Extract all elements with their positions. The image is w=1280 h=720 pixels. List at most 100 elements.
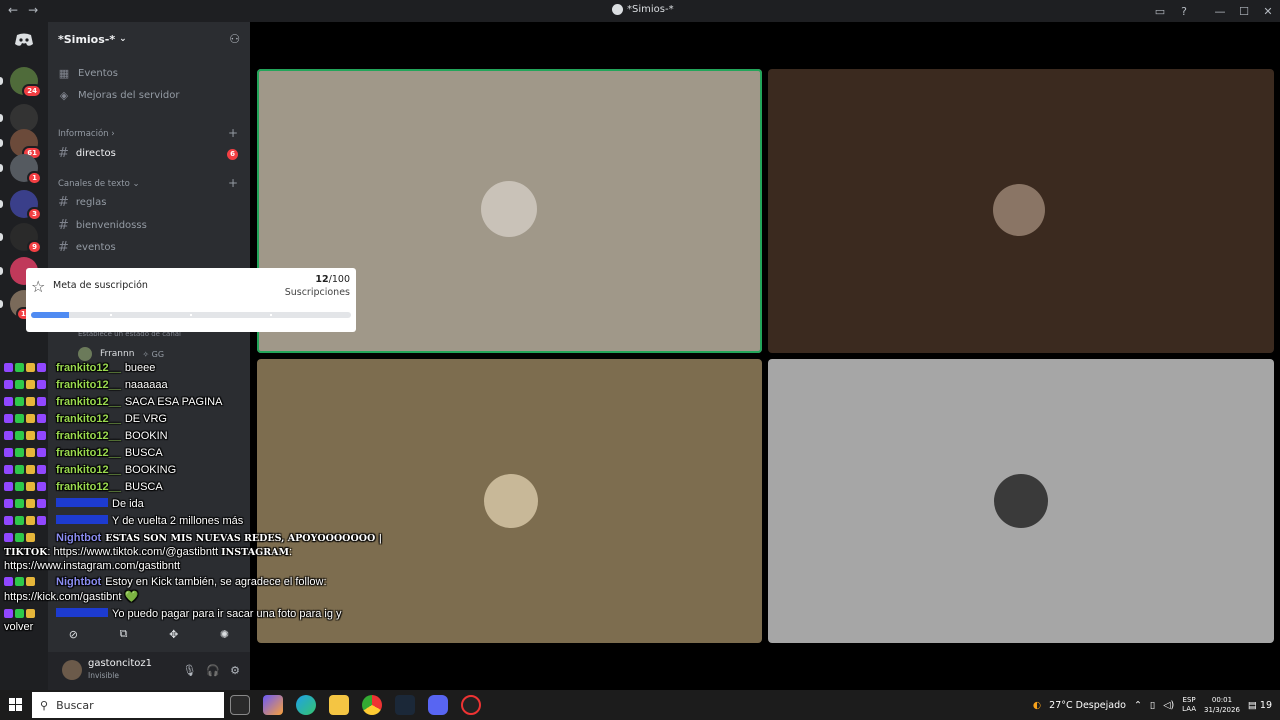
- chat-username[interactable]: frankito12__: [56, 447, 121, 459]
- chrome-icon[interactable]: [362, 695, 382, 715]
- weather-text[interactable]: 27°C Despejado: [1049, 700, 1126, 711]
- chat-message: Nightbot Estoy en Kick también, se agrade…: [4, 576, 327, 588]
- category-text-channels[interactable]: Canales de texto ⌄: [58, 179, 140, 189]
- avatar: [994, 474, 1048, 528]
- chat-username[interactable]: frankito12__: [56, 481, 121, 493]
- hash-icon: #: [58, 240, 69, 255]
- help-icon[interactable]: ?: [1172, 5, 1196, 18]
- server-header[interactable]: *Simios-* ⌄ ⚇: [48, 22, 250, 56]
- add-member-icon[interactable]: ⚇: [229, 32, 240, 46]
- chat-text: BUSCA: [124, 481, 163, 493]
- chat-badges: [4, 396, 56, 408]
- category-info[interactable]: Información ›: [58, 129, 115, 139]
- avatar[interactable]: [62, 660, 82, 680]
- voice-user[interactable]: Frrannn ✧ GG: [78, 347, 164, 361]
- chat-message: frankito12__ SACA ESA PAGINA: [4, 396, 222, 408]
- chat-badges: [4, 430, 56, 442]
- chat-badges: [4, 447, 56, 459]
- notification-icon[interactable]: ▤ 19: [1248, 700, 1272, 711]
- clock[interactable]: 00:01 31/3/2026: [1204, 695, 1240, 715]
- close-button[interactable]: ✕: [1256, 5, 1280, 18]
- server-icon[interactable]: [10, 104, 38, 132]
- server-icon[interactable]: 9: [10, 223, 42, 254]
- server-name: *Simios-*: [58, 32, 116, 46]
- boost-icon: ◈: [59, 89, 69, 102]
- goal-progress-fill: [31, 312, 70, 318]
- channel-directos[interactable]: # directos: [58, 146, 116, 161]
- channel-bienvenidos[interactable]: # bienvenidosss: [58, 218, 147, 233]
- chat-message-cont: TIKTOK: https://www.tiktok.com/@gastibnt…: [4, 546, 293, 558]
- chat-username[interactable]: frankito12__: [56, 362, 121, 374]
- events-item[interactable]: ▦ Eventos: [58, 67, 118, 80]
- obs-icon[interactable]: [461, 695, 481, 715]
- chat-username[interactable]: frankito12__: [56, 379, 121, 391]
- video-tile[interactable]: [768, 359, 1274, 643]
- nav-arrows: ← →: [8, 3, 38, 17]
- direct-messages-button[interactable]: [10, 26, 38, 54]
- chat-badges: [4, 379, 56, 391]
- star-icon: ☆: [31, 277, 46, 296]
- chat-username[interactable]: frankito12__: [56, 413, 121, 425]
- mention-badge: 1: [27, 171, 42, 185]
- windows-taskbar: ⚲ Buscar ◐ 27°C Despejado ⌃ ▯ ◁) ESP LAA …: [0, 690, 1280, 720]
- chat-username[interactable]: frankito12__: [56, 396, 121, 408]
- task-view-icon[interactable]: [230, 695, 250, 715]
- maximize-button[interactable]: ☐: [1232, 5, 1256, 18]
- taskbar-search[interactable]: ⚲ Buscar: [32, 692, 224, 718]
- chat-badges: [4, 413, 56, 425]
- system-tray: ◐ 27°C Despejado ⌃ ▯ ◁) ESP LAA 00:01 31/3…: [1033, 690, 1280, 720]
- settings-gear-icon[interactable]: ⚙: [230, 664, 240, 677]
- chat-text: Y de vuelta 2 millones más: [112, 515, 244, 527]
- add-channel-icon[interactable]: +: [228, 126, 238, 140]
- minimize-button[interactable]: —: [1208, 5, 1232, 18]
- back-arrow-icon[interactable]: ←: [8, 3, 18, 17]
- video-tile[interactable]: [768, 69, 1274, 353]
- steam-icon[interactable]: [395, 695, 415, 715]
- server-icon[interactable]: 1: [10, 154, 42, 185]
- server-icon[interactable]: 24: [10, 67, 42, 98]
- chat-username[interactable]: [56, 498, 108, 507]
- unread-indicator: [0, 233, 3, 241]
- server-icon[interactable]: 61: [10, 129, 42, 160]
- hash-icon: #: [58, 146, 69, 161]
- chevron-down-icon: ⌄: [119, 34, 127, 44]
- goal-label: Meta de suscripción: [53, 280, 148, 291]
- server-boosts-item[interactable]: ◈ Mejoras del servidor: [58, 89, 180, 102]
- chat-message: frankito12__ BOOKING: [4, 464, 176, 476]
- taskbar-apps: [230, 695, 481, 715]
- chat-username[interactable]: [56, 515, 108, 524]
- chat-badges: [4, 362, 56, 374]
- chat-text: BUSCA: [124, 447, 163, 459]
- server-icon[interactable]: 3: [10, 190, 42, 221]
- voice-stage: [250, 22, 1280, 690]
- volume-icon[interactable]: ◁): [1163, 700, 1174, 711]
- chat-message: frankito12__ DE VRG: [4, 413, 167, 425]
- channel-eventos[interactable]: # eventos: [58, 240, 116, 255]
- forward-arrow-icon[interactable]: →: [28, 3, 38, 17]
- inbox-icon[interactable]: ▭: [1148, 5, 1172, 18]
- channel-reglas[interactable]: # reglas: [58, 195, 106, 210]
- microphone-icon[interactable]: 🎙: [182, 664, 196, 677]
- chevron-up-icon[interactable]: ⌃: [1134, 700, 1142, 711]
- add-text-channel-icon[interactable]: +: [228, 176, 238, 190]
- user-panel: gastoncitoz1 Invisible 🎙 🎧 ⚙: [48, 652, 250, 690]
- copilot-icon[interactable]: [263, 695, 283, 715]
- network-icon[interactable]: ▯: [1150, 700, 1155, 711]
- discord-taskbar-icon[interactable]: [428, 695, 448, 715]
- chat-text: BOOKING: [124, 464, 177, 476]
- chat-badges: [4, 481, 56, 493]
- unread-indicator: [0, 300, 3, 308]
- chat-username[interactable]: frankito12__: [56, 464, 121, 476]
- server-icon: [612, 4, 623, 15]
- file-explorer-icon[interactable]: [329, 695, 349, 715]
- avatar: [78, 347, 92, 361]
- edge-icon[interactable]: [296, 695, 316, 715]
- language-indicator[interactable]: ESP LAA: [1182, 696, 1196, 714]
- goal-count: 12/100: [315, 274, 350, 285]
- chat-username[interactable]: frankito12__: [56, 430, 121, 442]
- windows-start-icon[interactable]: [9, 698, 23, 712]
- chat-message: frankito12__ BUSCA: [4, 481, 163, 493]
- chat-badges: [4, 464, 56, 476]
- chat-message: frankito12__ naaaaaa: [4, 379, 168, 391]
- headphones-icon[interactable]: 🎧: [206, 664, 220, 677]
